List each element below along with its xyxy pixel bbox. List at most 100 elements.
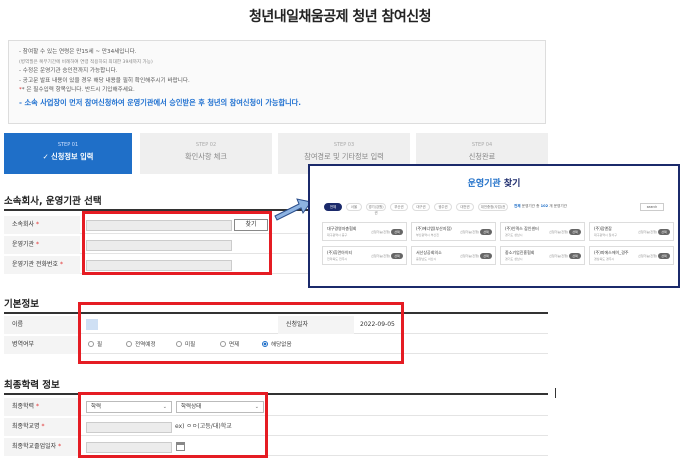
popup-tab-daegu[interactable]: 대구권 bbox=[412, 203, 430, 211]
page-title: 청년내일채움공제 청년 참여신청 bbox=[248, 9, 432, 25]
agency-card[interactable]: 대구경영자총협회대구광역시 중구 신청가능(진행) 선택 bbox=[322, 222, 407, 241]
agency-card[interactable]: (주)피에스에이_경주 경상북도 경주시 신청가능(진행) 선택 bbox=[589, 246, 674, 265]
popup-tab-gwangju[interactable]: 광주권 bbox=[434, 203, 452, 211]
step-3-label: 참여경로 및 기타정보 입력 bbox=[304, 152, 384, 161]
agency-card-address: 경기도 성남시 bbox=[505, 233, 523, 237]
popup-tab-chungcheong[interactable]: 대전충청(사업)권 bbox=[478, 203, 508, 211]
agency-card-status: 신청가능(진행) bbox=[460, 254, 479, 258]
company-section-title: 소속회사, 운영기관 선택 bbox=[4, 196, 102, 207]
popup-title-suffix: 찾기 bbox=[500, 179, 521, 189]
agency-card-address: 충청남도 서산시 bbox=[416, 257, 437, 261]
notice-required-text: * 은 필수입력 항목입니다. 반드시 기입해주세요. bbox=[21, 87, 135, 93]
agency-card-status: 신청가능(진행) bbox=[371, 254, 390, 258]
notice-line-required: ** 은 필수입력 항목입니다. 반드시 기입해주세요. bbox=[19, 86, 535, 96]
agency-card-status: 신청가능(진행) bbox=[638, 230, 657, 234]
required-mark: * bbox=[34, 403, 40, 410]
step-1: STEP 01 ✓ 신청정보 입력 bbox=[4, 133, 132, 174]
popup-title: 운영기관 찾기 bbox=[310, 176, 678, 189]
notice-box: - 참여할 수 있는 연령은 만15세 ~ 만34세입니다. (병역필은 복무기… bbox=[8, 40, 546, 124]
step-2-label: 확인사항 체크 bbox=[185, 152, 227, 161]
agency-card-address: 전라북도 전주시 bbox=[327, 257, 348, 261]
notice-line-age: - 참여할 수 있는 연령은 만15세 ~ 만34세입니다. bbox=[19, 49, 137, 55]
basic-section-title: 기본정보 bbox=[4, 299, 39, 310]
agency-card-status: 신청가능(진행) bbox=[460, 230, 479, 234]
popup-tab-seoul[interactable]: 서울 bbox=[346, 203, 362, 211]
agency-card-select-button[interactable]: 선택 bbox=[391, 229, 403, 235]
agency-card-name: (주)에너엠(부산지점) bbox=[416, 226, 452, 231]
agency-card-address: 대구광역시 달서구 bbox=[594, 233, 618, 237]
agency-card-select-button[interactable]: 선택 bbox=[658, 253, 670, 259]
notice-line-announce: - 공고문 발표 내용이 있을 경우 해당 내용을 필히 확인해주시기 바랍니다… bbox=[19, 77, 190, 84]
popup-title-main: 운영기관 bbox=[467, 179, 501, 189]
step-2-number: STEP 02 bbox=[195, 142, 217, 148]
agency-search-popup: 운영기관 찾기 전체 서울 경기(강원)권 부산권 대구권 광주권 대전권 대전… bbox=[308, 164, 680, 288]
popup-count-suffix: 개 운영기관 bbox=[548, 204, 567, 208]
agency-label-text: 운영기관 bbox=[12, 241, 35, 248]
agency-card-address: 경상북도 경주시 bbox=[594, 257, 615, 261]
text-cursor bbox=[555, 388, 556, 398]
step-4-label: 신청완료 bbox=[468, 152, 496, 161]
agency-card-status: 신청가능(진행) bbox=[549, 230, 568, 234]
agency-card[interactable]: (주)잡앤잡대구광역시 달서구 신청가능(진행) 선택 bbox=[589, 222, 674, 241]
agency-card-select-button[interactable]: 선택 bbox=[480, 253, 492, 259]
agency-phone-label: 운영기관 전화번호 * bbox=[4, 256, 80, 274]
required-mark: * bbox=[34, 221, 40, 228]
step-2: STEP 02 확인사항 체크 bbox=[140, 133, 272, 174]
popup-search-button[interactable]: search bbox=[640, 203, 664, 211]
step-3-number: STEP 03 bbox=[333, 142, 355, 148]
agency-card[interactable]: 중소기업진흥협회 경기도 성남시 신청가능(진행) 선택 bbox=[500, 246, 585, 265]
agency-card-name: (주)인덱스 잡인센터 bbox=[505, 226, 539, 231]
company-label-text: 소속회사 bbox=[12, 221, 35, 228]
school-label-text: 최종학교명 bbox=[12, 423, 40, 430]
basic-highlight-frame bbox=[78, 302, 404, 364]
agency-card-name: (주)잡앤잡 bbox=[594, 226, 612, 231]
agency-label: 운영기관 * bbox=[4, 236, 80, 254]
notice-line-military: (병역필은 복무기간에 비례하여 연령 적용하되 최대한 39세까지 가능) bbox=[19, 59, 153, 65]
agency-card[interactable]: 서산상공회의소충청남도 서산시 신청가능(진행) 선택 bbox=[411, 246, 496, 265]
agency-card-name: 대구경영자총협회 bbox=[327, 226, 357, 231]
education-section-title: 최종학력 정보 bbox=[4, 380, 60, 391]
required-mark: * bbox=[39, 423, 45, 430]
agency-card-select-button[interactable]: 선택 bbox=[480, 229, 492, 235]
agency-card[interactable]: (주)인덱스 잡인센터경기도 성남시 신청가능(진행) 선택 bbox=[500, 222, 585, 241]
step-1-number: STEP 01 bbox=[57, 142, 79, 148]
company-label: 소속회사 * bbox=[4, 216, 80, 234]
popup-count-prefix: 전체 bbox=[514, 204, 521, 208]
graduation-label: 최종학교졸업일자 * bbox=[4, 438, 80, 456]
agency-phone-label-text: 운영기관 전화번호 bbox=[12, 261, 59, 268]
degree-label: 최종학력 * bbox=[4, 398, 80, 416]
graduation-label-text: 최종학교졸업일자 bbox=[12, 443, 57, 450]
step-4-number: STEP 04 bbox=[471, 142, 493, 148]
required-mark: * bbox=[34, 241, 40, 248]
agency-card-address: 부산광역시 부산진 bbox=[416, 233, 440, 237]
agency-card-address: 대구광역시 중구 bbox=[327, 233, 348, 237]
agency-card[interactable]: (주)휴먼아이티전라북도 전주시 신청가능(진행) 선택 bbox=[322, 246, 407, 265]
school-label: 최종학교명 * bbox=[4, 418, 80, 436]
military-label: 병역여부 bbox=[4, 336, 80, 354]
popup-tab-all[interactable]: 전체 bbox=[324, 203, 342, 211]
agency-card-select-button[interactable]: 선택 bbox=[569, 229, 581, 235]
agency-card-select-button[interactable]: 선택 bbox=[391, 253, 403, 259]
arrow-icon bbox=[274, 198, 312, 221]
popup-tab-daejeon[interactable]: 대전권 bbox=[456, 203, 474, 211]
degree-label-text: 최종학력 bbox=[12, 403, 35, 410]
popup-count-value: 102 bbox=[540, 204, 549, 208]
popup-count-text: 운영기관 총 bbox=[520, 204, 541, 208]
agency-card-name: 중소기업진흥협회 bbox=[505, 250, 535, 255]
agency-card-status: 신청가능(진행) bbox=[549, 254, 568, 258]
agency-card[interactable]: (주)에너엠(부산지점) 부산광역시 부산진 신청가능(진행) 선택 bbox=[411, 222, 496, 241]
popup-tab-busan[interactable]: 부산권 bbox=[390, 203, 408, 211]
education-highlight-frame bbox=[78, 392, 268, 458]
step-1-label: ✓ 신청정보 입력 bbox=[42, 152, 94, 161]
name-label: 이름 bbox=[4, 316, 80, 334]
agency-card-select-button[interactable]: 선택 bbox=[658, 229, 670, 235]
agency-card-name: 서산상공회의소 bbox=[416, 250, 442, 255]
popup-tab-gyeonggi[interactable]: 경기(강원)권 bbox=[366, 203, 386, 215]
agency-card-name: (주)피에스에이_경주 bbox=[594, 250, 629, 255]
required-mark: * bbox=[58, 261, 63, 268]
agency-card-select-button[interactable]: 선택 bbox=[569, 253, 581, 259]
popup-count: 전체 운영기관 총 102 개 운영기관 bbox=[514, 204, 567, 209]
required-mark: * bbox=[56, 443, 62, 450]
agency-card-name: (주)휴먼아이티 bbox=[327, 250, 353, 255]
agency-card-status: 신청가능(진행) bbox=[371, 230, 390, 234]
